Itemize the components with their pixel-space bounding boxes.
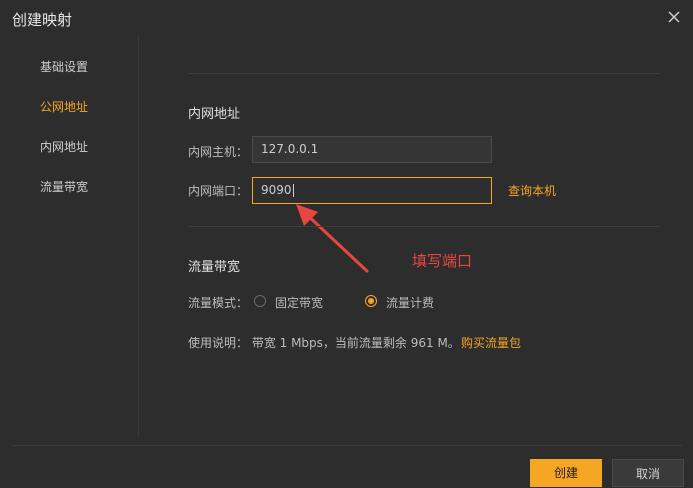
sidebar-item-bandwidth[interactable]: 流量带宽 — [40, 178, 88, 195]
section-divider — [188, 73, 660, 74]
annotation-text: 填写端口 — [412, 252, 473, 270]
text-cursor — [292, 184, 294, 197]
usage-note: 使用说明： 带宽 1 Mbps，当前流量剩余 961 M。 — [188, 336, 460, 350]
traffic-billing-radio[interactable] — [365, 295, 377, 307]
footer-divider — [12, 445, 682, 446]
buy-traffic-link[interactable]: 购买流量包 — [461, 334, 521, 351]
intranet-section-title: 内网地址 — [188, 107, 241, 122]
sidebar-item-basic-settings[interactable]: 基础设置 — [40, 58, 88, 75]
title-bar: 创建映射 — [0, 0, 693, 36]
sidebar-item-public-address[interactable]: 公网地址 — [40, 98, 88, 115]
close-icon[interactable] — [667, 9, 681, 23]
traffic-billing-label[interactable]: 流量计费 — [386, 294, 434, 311]
fixed-bandwidth-radio[interactable] — [254, 295, 266, 307]
port-label: 内网端口： — [188, 184, 249, 198]
create-button[interactable]: 创建 — [530, 459, 602, 487]
section-divider-2 — [188, 226, 660, 227]
host-input[interactable]: 127.0.0.1 — [252, 136, 492, 163]
host-label: 内网主机： — [188, 145, 249, 159]
query-local-link[interactable]: 查询本机 — [508, 182, 556, 199]
window-title: 创建映射 — [12, 11, 73, 29]
sidebar-nav — [0, 36, 138, 436]
cancel-button[interactable]: 取消 — [612, 459, 684, 487]
bandwidth-section-title: 流量带宽 — [188, 260, 241, 275]
traffic-mode-label: 流量模式： — [188, 296, 249, 310]
fixed-bandwidth-label[interactable]: 固定带宽 — [275, 294, 323, 311]
annotation-arrow-icon — [296, 204, 370, 274]
sidebar-divider — [138, 36, 139, 436]
port-value: 9090 — [261, 183, 292, 197]
sidebar-item-intranet-address[interactable]: 内网地址 — [40, 138, 88, 155]
